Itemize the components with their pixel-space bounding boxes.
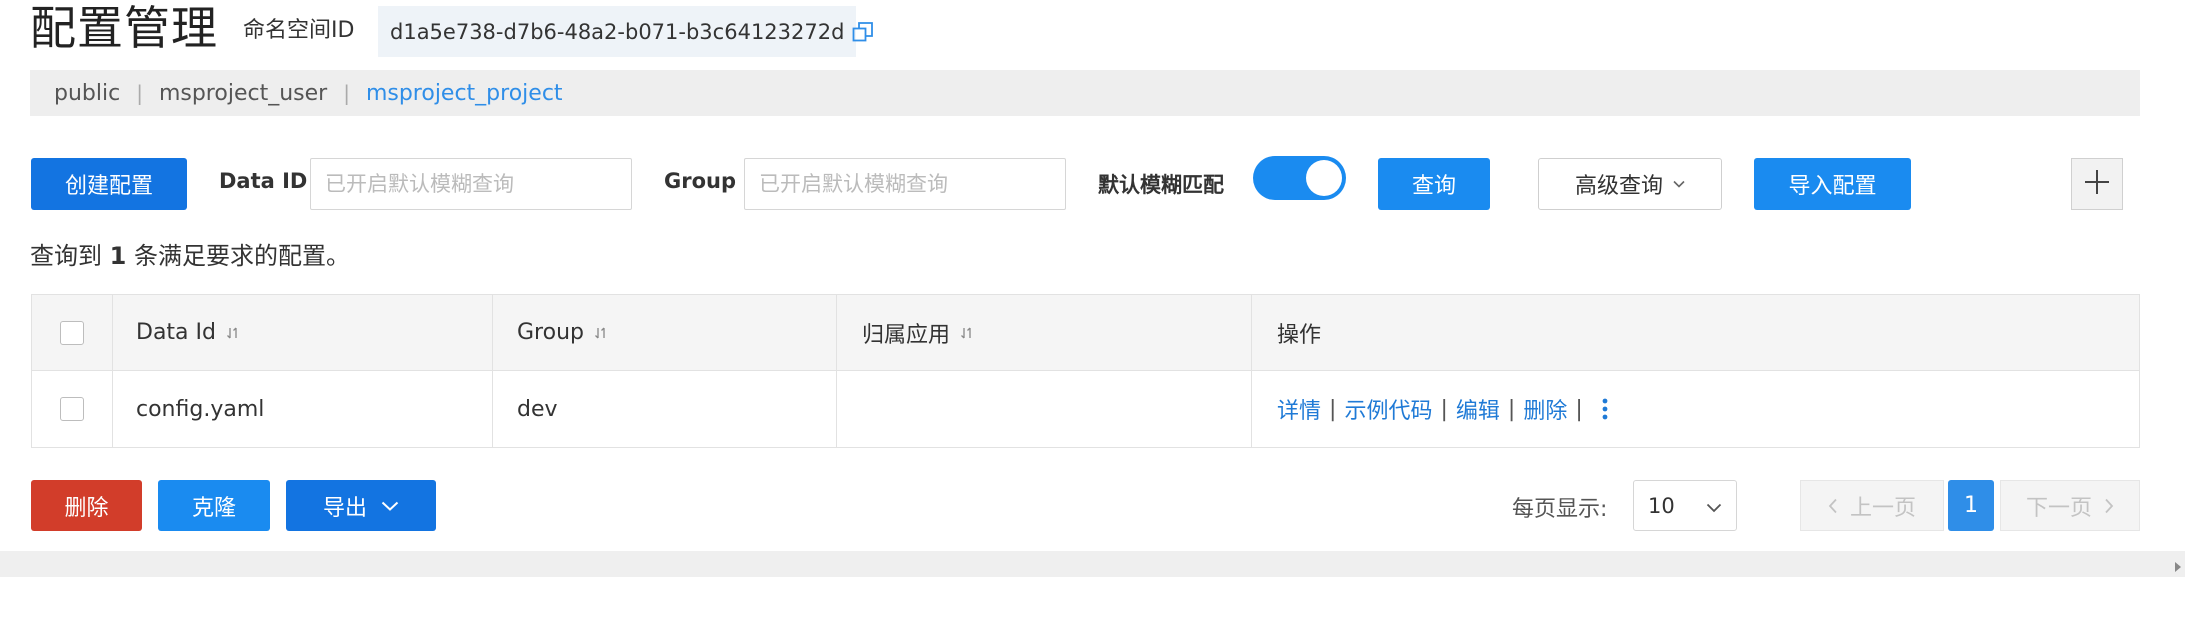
namespace-id-box: d1a5e738-d7b6-48a2-b071-b3c64123272d bbox=[378, 6, 874, 57]
page-size-select[interactable]: 10 bbox=[1633, 480, 1737, 531]
chevron-right-icon bbox=[2104, 498, 2114, 514]
delete-link[interactable]: 删除 bbox=[1523, 393, 1567, 425]
edit-link[interactable]: 编辑 bbox=[1456, 393, 1500, 425]
cell-data-id: config.yaml bbox=[136, 396, 265, 422]
cell-ops: 详情 | 示例代码 | 编辑 | 删除 | bbox=[1251, 371, 2131, 447]
export-dropdown-button[interactable]: 导出 bbox=[286, 480, 436, 531]
horizontal-scrollbar[interactable] bbox=[0, 551, 2185, 577]
chevron-left-icon bbox=[1828, 498, 1838, 514]
op-separator: | bbox=[1440, 396, 1448, 422]
table-row: config.yaml dev 详情 | 示例代码 | 编辑 | 删除 | bbox=[32, 371, 2139, 447]
header-group[interactable]: Group bbox=[492, 295, 836, 370]
clone-button[interactable]: 克隆 bbox=[158, 480, 270, 531]
chevron-down-icon bbox=[381, 501, 399, 511]
namespace-tab-public[interactable]: public bbox=[54, 81, 120, 106]
export-label: 导出 bbox=[322, 495, 367, 521]
chevron-down-icon bbox=[1673, 180, 1685, 188]
row-checkbox-cell bbox=[32, 371, 112, 447]
cell-group: dev bbox=[517, 396, 558, 422]
table-header-row: Data Id Group 归属应用 操作 bbox=[32, 295, 2139, 371]
page-size-value: 10 bbox=[1648, 493, 1675, 518]
namespace-id-value: d1a5e738-d7b6-48a2-b071-b3c64123272d bbox=[390, 19, 845, 44]
select-all-checkbox[interactable] bbox=[60, 320, 84, 345]
result-summary-prefix: 查询到 bbox=[30, 242, 102, 270]
scroll-right-arrow-icon[interactable] bbox=[2173, 558, 2183, 577]
page-size-label: 每页显示: bbox=[1512, 497, 1608, 522]
sort-icon[interactable] bbox=[594, 326, 608, 340]
page-title: 配置管理 bbox=[30, 1, 218, 55]
group-search-input[interactable] bbox=[744, 158, 1066, 210]
header-checkbox-cell bbox=[32, 295, 112, 370]
namespace-separator: | bbox=[136, 81, 143, 105]
fuzzy-match-label: 默认模糊匹配 bbox=[1098, 173, 1224, 197]
chevron-down-icon bbox=[1706, 494, 1722, 518]
advanced-search-dropdown[interactable]: 高级查询 bbox=[1538, 158, 1722, 210]
search-button[interactable]: 查询 bbox=[1378, 158, 1490, 210]
op-separator: | bbox=[1329, 396, 1337, 422]
plus-icon bbox=[2083, 168, 2111, 200]
page-number-button[interactable]: 1 bbox=[1948, 480, 1994, 531]
import-config-button[interactable]: 导入配置 bbox=[1754, 158, 1911, 210]
result-summary-suffix: 条满足要求的配置。 bbox=[133, 242, 350, 270]
toggle-knob bbox=[1306, 160, 1342, 196]
namespace-id-label: 命名空间ID bbox=[243, 18, 355, 43]
sort-icon[interactable] bbox=[960, 326, 974, 340]
op-separator: | bbox=[1507, 396, 1516, 422]
data-id-label: Data ID bbox=[219, 169, 308, 193]
namespace-separator: | bbox=[343, 81, 350, 105]
prev-page-button[interactable]: 上一页 bbox=[1800, 480, 1944, 531]
next-page-label: 下一页 bbox=[2025, 495, 2092, 521]
result-count: 1 bbox=[109, 242, 127, 270]
advanced-search-label: 高级查询 bbox=[1574, 174, 1663, 199]
header-ops: 操作 bbox=[1251, 295, 2131, 370]
namespace-tabs: public | msproject_user | msproject_proj… bbox=[30, 70, 2140, 116]
result-summary: 查询到 1 条满足要求的配置。 bbox=[30, 236, 350, 271]
config-table: Data Id Group 归属应用 操作 config.yaml dev 详情… bbox=[31, 294, 2140, 448]
header-data-id[interactable]: Data Id bbox=[112, 295, 492, 370]
op-separator: | bbox=[1575, 396, 1583, 422]
copy-icon[interactable] bbox=[852, 21, 874, 43]
namespace-tab-msproject-user[interactable]: msproject_user bbox=[159, 81, 327, 106]
namespace-tab-msproject-project[interactable]: msproject_project bbox=[366, 81, 563, 106]
next-page-button[interactable]: 下一页 bbox=[2000, 480, 2140, 531]
prev-page-label: 上一页 bbox=[1849, 495, 1916, 521]
header-ops-label: 操作 bbox=[1277, 322, 1322, 348]
group-label: Group bbox=[664, 169, 737, 193]
header-data-id-label: Data Id bbox=[136, 320, 216, 345]
more-vertical-icon[interactable] bbox=[1601, 397, 1609, 421]
row-checkbox[interactable] bbox=[60, 397, 84, 421]
create-config-button[interactable]: 创建配置 bbox=[31, 158, 187, 210]
header-group-label: Group bbox=[517, 320, 584, 345]
detail-link[interactable]: 详情 bbox=[1277, 393, 1321, 425]
data-id-search-input[interactable] bbox=[310, 158, 632, 210]
sample-code-link[interactable]: 示例代码 bbox=[1344, 393, 1432, 425]
batch-delete-button[interactable]: 删除 bbox=[31, 480, 142, 531]
fuzzy-match-toggle[interactable] bbox=[1253, 156, 1346, 200]
cell-app bbox=[836, 371, 1251, 447]
header-app-label: 归属应用 bbox=[862, 322, 951, 348]
sort-icon[interactable] bbox=[226, 326, 240, 340]
header-app[interactable]: 归属应用 bbox=[836, 295, 1251, 370]
plus-button[interactable] bbox=[2071, 158, 2123, 210]
